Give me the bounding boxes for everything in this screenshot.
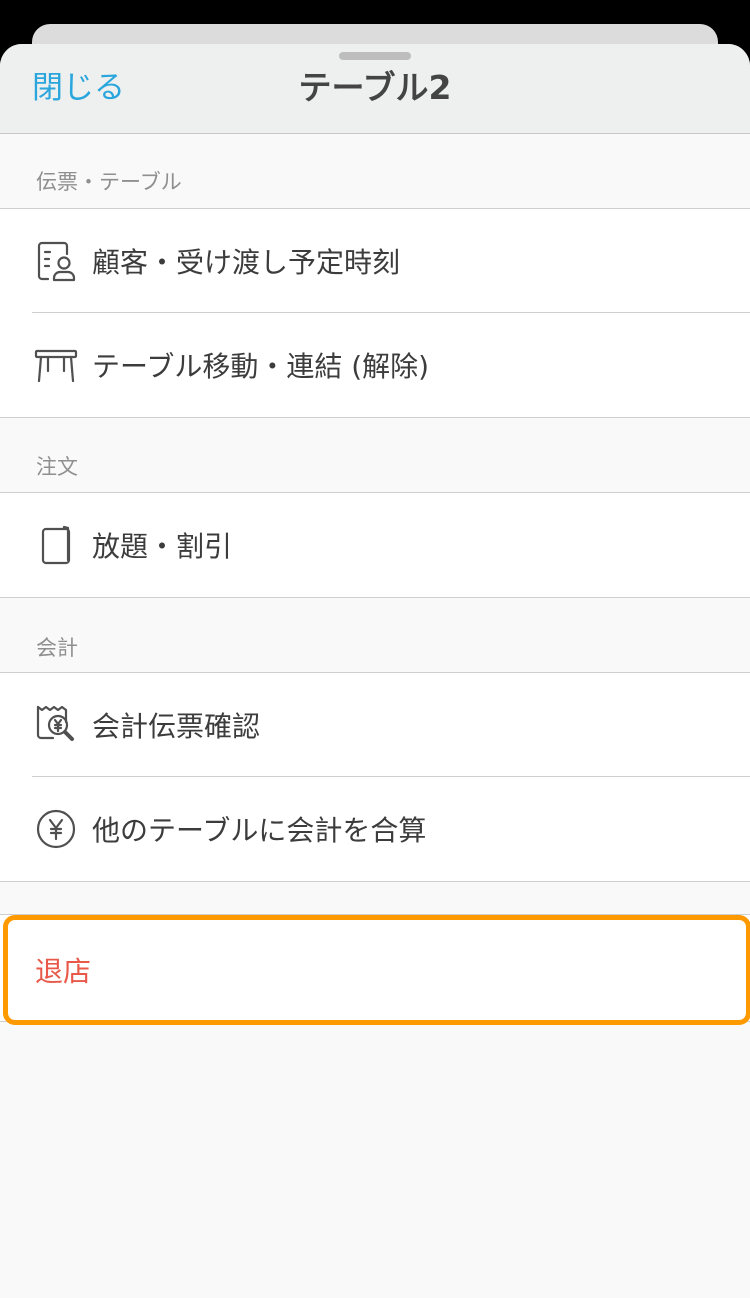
all-you-can-discount-item[interactable]: 放題・割引 bbox=[0, 493, 750, 597]
check-slip-item[interactable]: 会計伝票確認 bbox=[0, 673, 750, 777]
merge-checkout-label: 他のテーブルに会計を合算 bbox=[92, 814, 427, 847]
check-slip-label: 会計伝票確認 bbox=[92, 710, 261, 743]
table-icon bbox=[34, 343, 78, 387]
customer-pickup-time-label: 顧客・受け渡し予定時刻 bbox=[92, 246, 401, 279]
all-you-can-discount-label: 放題・割引 bbox=[92, 530, 233, 563]
section-header-checkout: 会計 bbox=[36, 636, 78, 660]
sheet-grabber[interactable] bbox=[339, 52, 411, 60]
leave-store-label: 退店 bbox=[35, 955, 92, 988]
leave-store-button[interactable]: 退店 bbox=[3, 915, 750, 1025]
section-header-slip-table: 伝票・テーブル bbox=[36, 170, 182, 194]
table-move-merge-item[interactable]: テーブル移動・連結 (解除) bbox=[0, 312, 750, 417]
group-slip-table: 顧客・受け渡し予定時刻 テーブル移動・連結 (解除) bbox=[0, 208, 750, 418]
group-order: 放題・割引 bbox=[0, 492, 750, 598]
yen-circle-icon bbox=[34, 807, 78, 851]
table-move-merge-label: テーブル移動・連結 (解除) bbox=[92, 350, 430, 383]
section-header-order: 注文 bbox=[36, 455, 78, 479]
menu-book-icon bbox=[34, 523, 78, 567]
customer-pickup-time-item[interactable]: 顧客・受け渡し予定時刻 bbox=[0, 209, 750, 313]
receipt-search-icon bbox=[34, 703, 78, 747]
navigation-bar: テーブル2 閉じる bbox=[0, 44, 750, 134]
merge-checkout-item[interactable]: 他のテーブルに会計を合算 bbox=[0, 776, 750, 881]
modal-sheet: テーブル2 閉じる 伝票・テーブル 顧客・受け渡し予定時刻 テーブル移動・連結 … bbox=[0, 44, 750, 1298]
group-checkout: 会計伝票確認 他のテーブルに会計を合算 bbox=[0, 672, 750, 882]
leave-group: 退店 bbox=[0, 914, 750, 1025]
close-button[interactable]: 閉じる bbox=[32, 68, 125, 108]
screen: テーブル2 閉じる 伝票・テーブル 顧客・受け渡し予定時刻 テーブル移動・連結 … bbox=[0, 0, 750, 1298]
customer-list-icon bbox=[34, 239, 78, 283]
